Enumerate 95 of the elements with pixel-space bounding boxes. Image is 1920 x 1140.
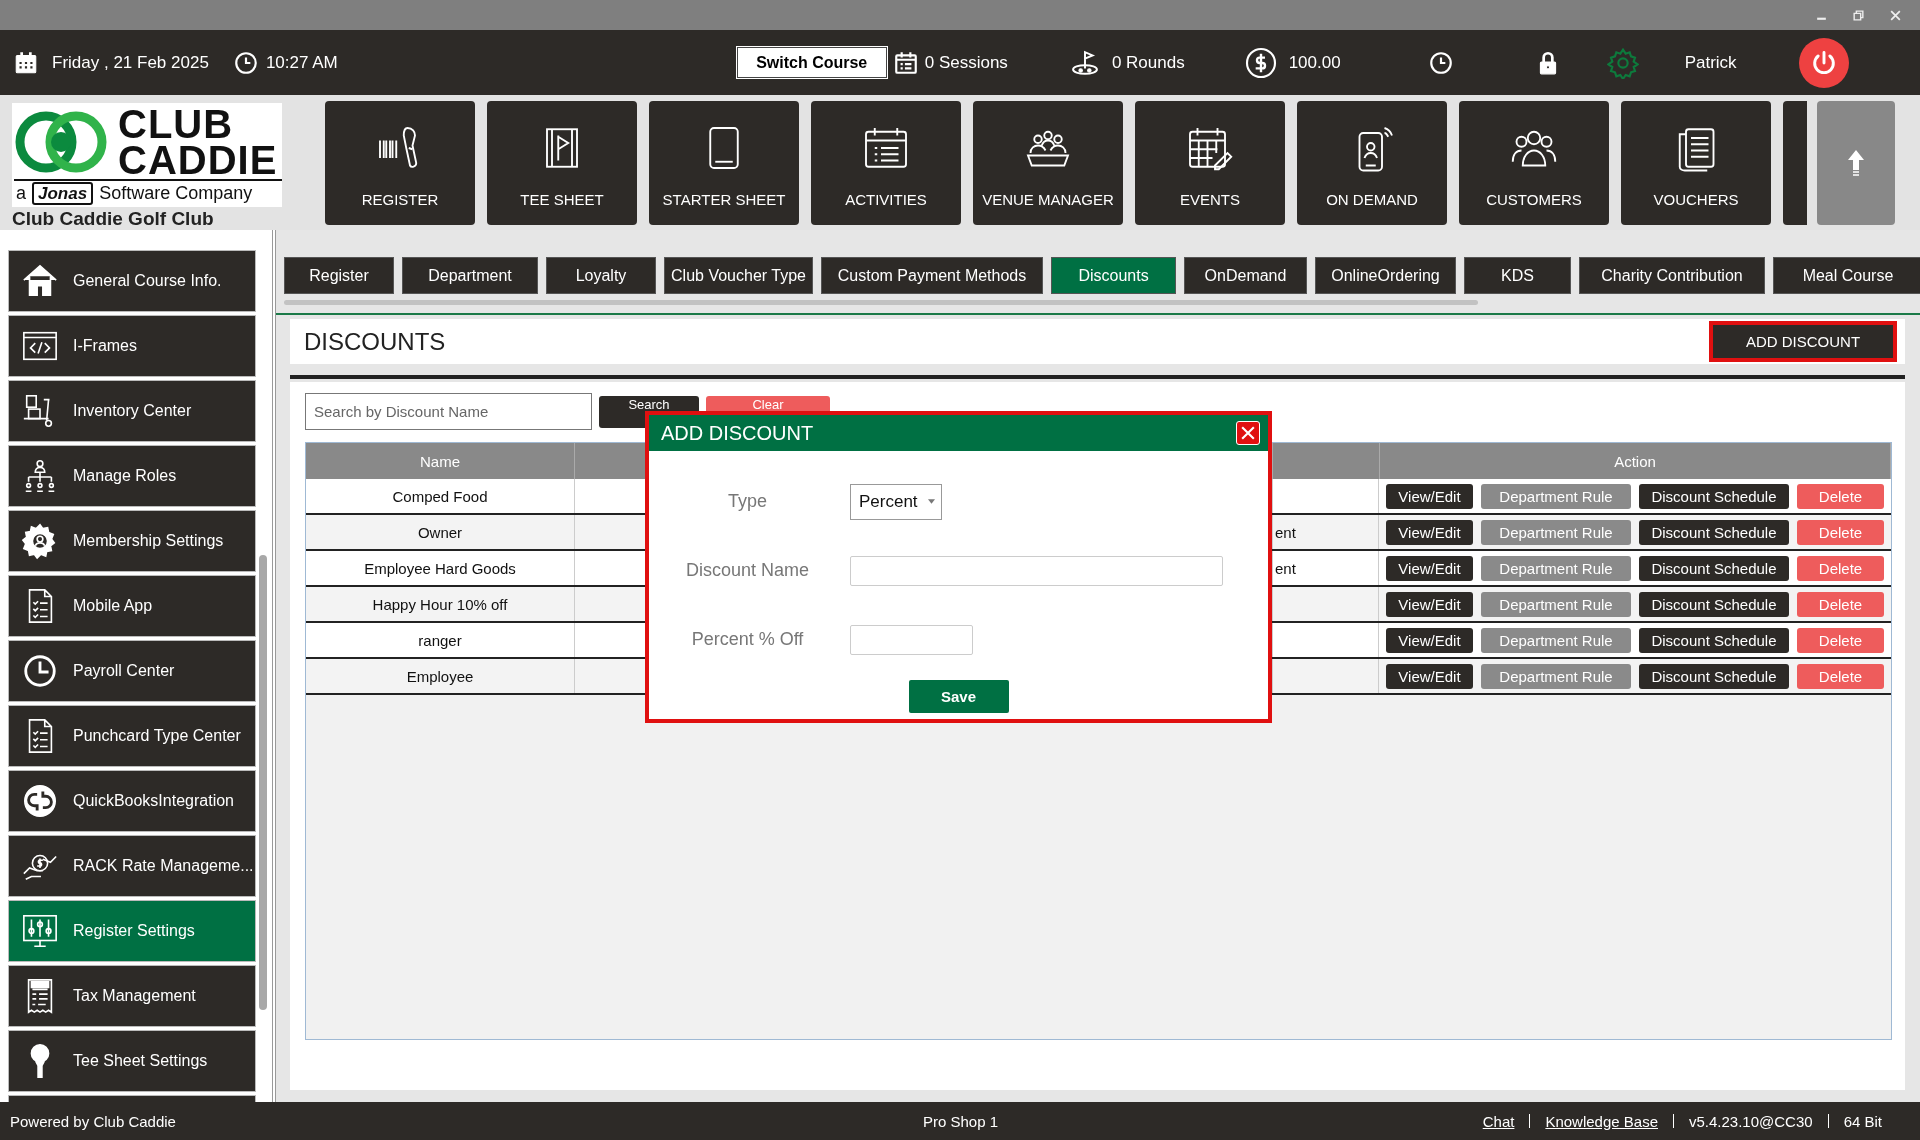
nav-tile[interactable]: EVENTS — [1135, 101, 1285, 225]
calendar-list-icon — [892, 49, 919, 76]
settings-tab[interactable]: Register — [284, 257, 394, 294]
settings-tab[interactable]: Department — [402, 257, 538, 294]
settings-tab[interactable]: Custom Payment Methods — [821, 257, 1043, 294]
clock-icon — [232, 49, 259, 76]
club-name: Club Caddie Golf Club — [12, 208, 215, 230]
row-action-button[interactable]: Discount Schedule — [1639, 519, 1789, 545]
settings-tab[interactable]: OnlineOrdering — [1315, 257, 1456, 294]
sliders-monitor-icon — [21, 912, 59, 950]
clock-icon[interactable] — [1427, 49, 1454, 76]
quickbooks-icon — [21, 782, 59, 820]
row-action-button[interactable]: Discount Schedule — [1639, 555, 1789, 581]
percent-off-field[interactable] — [850, 624, 973, 655]
settings-tab[interactable]: Club Voucher Type — [664, 257, 813, 294]
sidebar-item[interactable]: Punchcard Type Center — [8, 705, 256, 767]
type-dropdown[interactable]: Percent — [850, 483, 942, 520]
clock-icon — [21, 652, 59, 690]
nav-tile[interactable]: ON DEMAND — [1297, 101, 1447, 225]
settings-tab[interactable]: OnDemand — [1184, 257, 1307, 294]
powered-by-text: Powered by Club Caddie — [10, 1112, 176, 1130]
discount-name: Happy Hour 10% off — [372, 595, 508, 613]
table-cell: ent — [1275, 559, 1296, 577]
sidebar-item[interactable]: Mobile App — [8, 575, 256, 637]
sidebar-item[interactable]: Membership Settings — [8, 510, 256, 572]
time-text: 10:27 AM — [265, 52, 338, 73]
sidebar-item[interactable]: Manage Roles — [8, 445, 256, 507]
settings-tab[interactable]: Charity Contribution — [1579, 257, 1765, 294]
scrollbar-thumb[interactable] — [259, 555, 267, 1010]
settings-icon[interactable] — [1606, 46, 1639, 79]
row-action-button[interactable]: Discount Schedule — [1639, 483, 1789, 509]
sidebar-item[interactable]: Register Settings — [8, 900, 256, 962]
settings-tab[interactable]: KDS — [1464, 257, 1571, 294]
version-text: v5.4.23.10@CC30 — [1689, 1112, 1813, 1130]
search-field[interactable]: Search by Discount Name — [305, 393, 592, 430]
rounds-count: 0 Rounds — [1111, 52, 1185, 73]
discount-name: Owner — [417, 523, 463, 541]
sidebar-item[interactable]: I-Frames — [8, 315, 256, 377]
add-discount-button[interactable]: ADD DISCOUNT — [1709, 321, 1897, 362]
user-name[interactable]: Patrick — [1684, 52, 1737, 73]
nav-tile[interactable]: VENUE MANAGER — [973, 101, 1123, 225]
footer-link[interactable]: Chat — [1482, 1112, 1515, 1130]
close-icon — [1241, 426, 1255, 440]
nav-tile[interactable]: STARTER SHEET — [649, 101, 799, 225]
row-action-button[interactable]: View/Edit — [1386, 663, 1473, 689]
sidebar-item[interactable]: Tee Sheet Settings — [8, 1030, 256, 1092]
row-action-button[interactable]: Discount Schedule — [1639, 591, 1789, 617]
sidebar-item[interactable]: General Course Info. — [8, 250, 256, 312]
settings-tab[interactable]: Discounts — [1051, 257, 1176, 294]
logo: CLUB CADDIE a Jonas Software Company — [12, 103, 282, 207]
balance-amount: 100.00 — [1288, 52, 1341, 73]
switch-course-button[interactable]: Switch Course — [736, 47, 887, 78]
row-action-button[interactable]: View/Edit — [1386, 627, 1473, 653]
close-icon[interactable] — [1889, 8, 1902, 22]
row-action-button[interactable]: View/Edit — [1386, 591, 1473, 617]
sidebar-item[interactable]: Inventory Center — [8, 380, 256, 442]
sidebar-item[interactable]: Tax Management — [8, 965, 256, 1027]
restore-icon[interactable] — [1852, 8, 1865, 22]
discount-name: Comped Food — [392, 487, 488, 505]
nav-tile[interactable]: TEE SHEET — [487, 101, 637, 225]
save-button[interactable]: Save — [908, 680, 1009, 713]
row-action-button[interactable]: Discount Schedule — [1639, 663, 1789, 689]
sidebar-item[interactable]: QuickBooksIntegration — [8, 770, 256, 832]
caret-icon — [928, 499, 935, 504]
discount-name: ranger — [418, 631, 462, 649]
dialog-title: ADD DISCOUNT — [661, 421, 814, 445]
row-action-button[interactable]: Discount Schedule — [1639, 627, 1789, 653]
nav-tile[interactable]: REGISTER — [325, 101, 475, 225]
table-cell: ent — [1275, 523, 1296, 541]
nav-tile[interactable]: ACTIVITIES — [811, 101, 961, 225]
footer-link[interactable]: Knowledge Base — [1545, 1112, 1658, 1130]
nav-tile[interactable]: VOUCHERS — [1621, 101, 1771, 225]
nav-tile[interactable]: CUSTOMERS — [1459, 101, 1609, 225]
settings-tab[interactable]: Loyalty — [546, 257, 656, 294]
row-action-button[interactable]: View/Edit — [1386, 519, 1473, 545]
date-text: Friday , 21 Feb 2025 — [52, 52, 209, 73]
page-title: DISCOUNTS — [304, 327, 446, 356]
row-action-button[interactable]: View/Edit — [1386, 483, 1473, 509]
sidebar-item[interactable]: Payroll Center — [8, 640, 256, 702]
row-action-button[interactable]: View/Edit — [1386, 555, 1473, 581]
settings-tab[interactable]: Meal Course — [1773, 257, 1920, 294]
discount-name-field[interactable] — [850, 555, 1223, 586]
up-arrow-icon — [1846, 148, 1866, 178]
field-label: Percent % Off — [690, 629, 805, 650]
close-button[interactable] — [1236, 421, 1260, 445]
sessions-count: 0 Sessions — [924, 52, 1008, 73]
dollar-icon — [1244, 46, 1277, 79]
sidebar-item[interactable]: RACK Rate Manageme... — [8, 835, 256, 897]
field-label: Discount Name — [684, 560, 810, 581]
calendar-icon — [13, 49, 39, 76]
location-text: Pro Shop 1 — [923, 1112, 999, 1130]
bitness-text: 64 Bit — [1843, 1112, 1882, 1130]
discount-name: Employee — [406, 667, 474, 685]
discount-name: Employee Hard Goods — [364, 559, 516, 577]
field-label: Type — [727, 491, 768, 512]
